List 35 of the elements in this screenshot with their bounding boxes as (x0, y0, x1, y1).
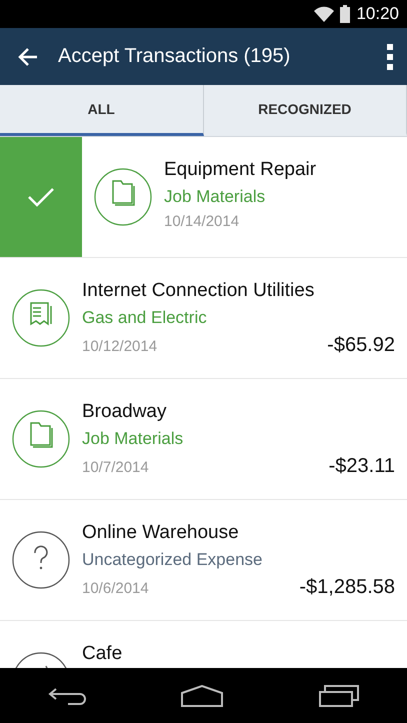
transaction-name: Online Warehouse (82, 522, 240, 544)
recent-apps-icon[interactable] (319, 684, 360, 708)
transaction-row[interactable]: Online Warehouse Uncategorized Expense 10/6/2014 -$1,285.58 (0, 500, 407, 621)
transaction-name: Cafe (82, 643, 124, 665)
tab[interactable]: RECOGNIZED (204, 85, 407, 136)
transaction-row[interactable]: Internet Connection Utilities Gas and Electric 10/12/2014 -$65.92 (0, 258, 407, 379)
transaction-row[interactable]: Equipment Repair Job Materials 10/14/2014 (0, 137, 407, 258)
back-icon[interactable] (48, 686, 86, 706)
clock-time: 10:20 (356, 4, 399, 24)
transaction-name: Broadway (82, 401, 168, 423)
transaction-row[interactable]: Broadway Job Materials 10/7/2014 -$23.11 (0, 379, 407, 500)
folder-icon (12, 410, 70, 468)
transaction-amount: -$1,285.58 (299, 576, 395, 599)
transaction-amount: -$65.92 (327, 334, 395, 357)
battery-icon (340, 5, 350, 23)
overflow-menu-icon[interactable] (387, 44, 393, 70)
checkmark-icon (27, 187, 55, 207)
transaction-date: 10/7/2014 (82, 459, 149, 476)
transaction-date: 10/6/2014 (82, 580, 149, 597)
transaction-name: Equipment Repair (164, 159, 318, 181)
receipt-icon (12, 289, 70, 347)
wifi-icon (314, 6, 334, 22)
transaction-category: Job Materials (82, 429, 184, 449)
screen-title: Accept Transactions (195) (58, 45, 292, 68)
transaction-category: Gas and Electric (82, 308, 208, 328)
folder-icon (94, 168, 152, 226)
home-icon[interactable] (181, 684, 224, 706)
transaction-name: Internet Connection Utilities (82, 280, 316, 302)
transaction-date: 10/14/2014 (164, 213, 240, 230)
back-arrow-icon[interactable] (18, 48, 38, 66)
transaction-category: Uncategorized Expense (82, 550, 264, 570)
transaction-date: 10/12/2014 (82, 338, 158, 355)
transaction-category: Job Materials (164, 187, 266, 207)
transaction-amount: -$23.11 (328, 455, 395, 478)
question-icon (12, 531, 70, 589)
